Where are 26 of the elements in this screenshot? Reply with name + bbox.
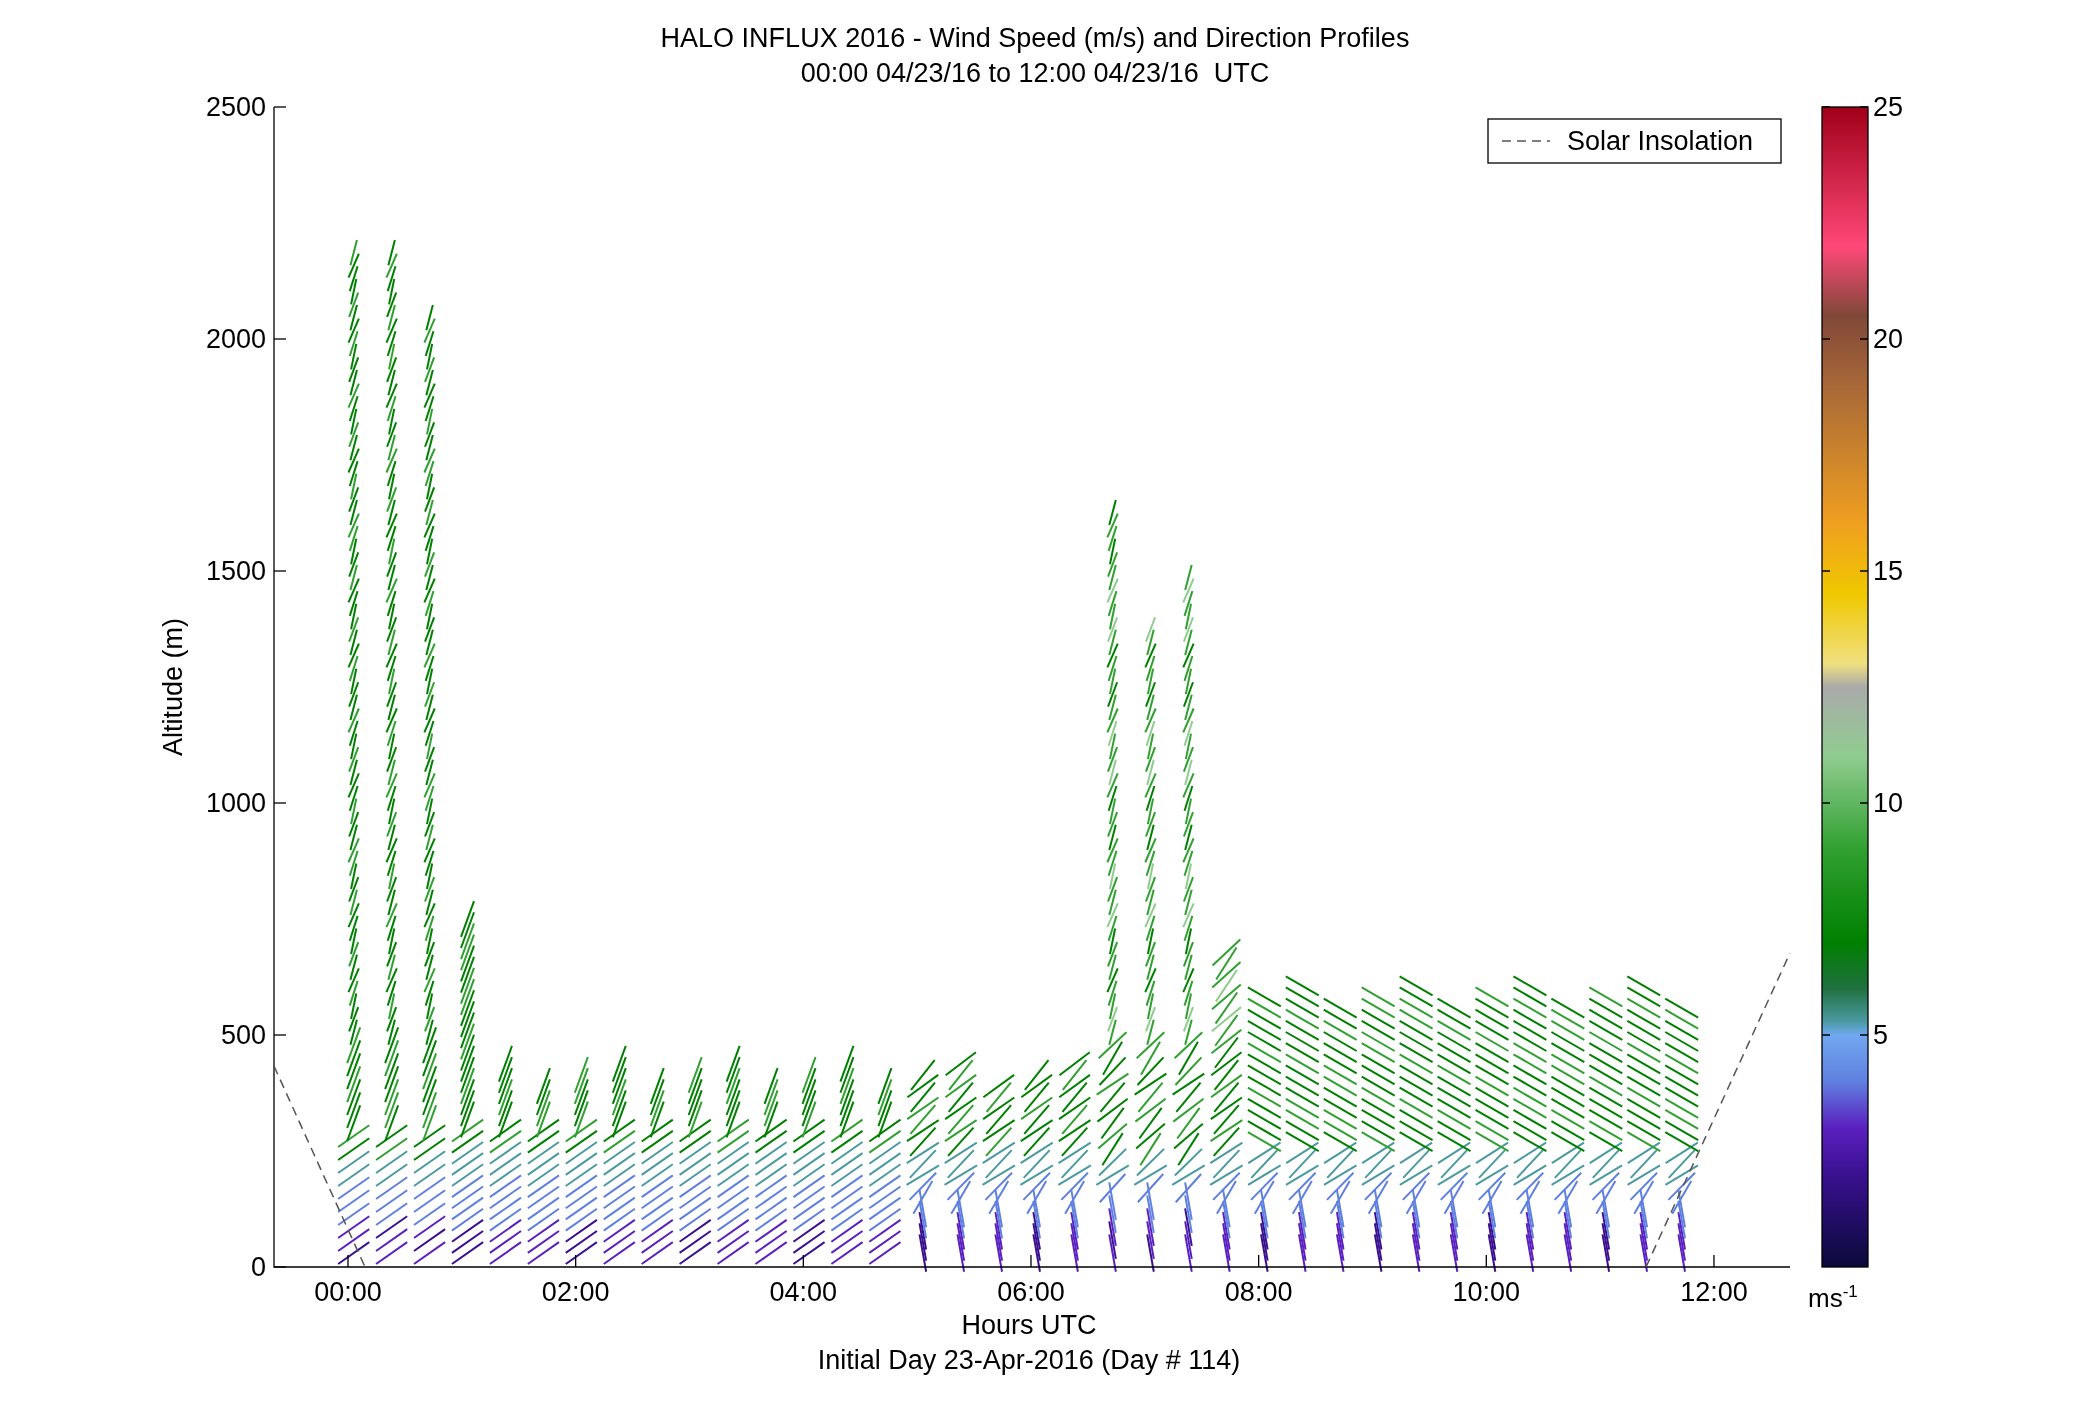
y-tick-label: 1500 <box>205 556 266 586</box>
y-tick-label: 1000 <box>205 788 266 818</box>
x-tick-label: 02:00 <box>541 1277 610 1307</box>
x-tick-label: 10:00 <box>1452 1277 1521 1307</box>
colorbar-tick-label: 20 <box>1873 324 1904 354</box>
y-axis-label: Altitude (m) <box>158 618 188 756</box>
x-tick-label: 00:00 <box>314 1277 382 1307</box>
x-tick-label: 12:00 <box>1680 1277 1748 1307</box>
legend-line-icon <box>1501 140 1551 142</box>
y-tick-label: 0 <box>250 1252 266 1282</box>
y-tick-label: 2000 <box>205 324 266 354</box>
chart-subtitle: 00:00 04/23/16 to 12:00 04/23/16 UTC <box>800 58 1270 88</box>
initial-day-label: Initial Day 23-Apr-2016 (Day # 114) <box>817 1345 1241 1375</box>
colorbar-unit-label: ms$^{-1}$ <box>1808 1283 1858 1311</box>
legend-label: Solar Insolation <box>1567 126 1754 156</box>
colorbar-tick-label: 5 <box>1873 1020 1889 1050</box>
y-tick-label: 500 <box>220 1020 266 1050</box>
colorbar-tick-label: 10 <box>1873 788 1904 818</box>
x-tick-label: 08:00 <box>1224 1277 1293 1307</box>
colorbar-tick-label: 25 <box>1873 92 1904 122</box>
chart-title: HALO INFLUX 2016 - Wind Speed (m/s) and Direction Profiles <box>660 23 1410 53</box>
x-axis-label: Hours UTC <box>961 1310 1097 1340</box>
x-tick-label: 06:00 <box>997 1277 1065 1307</box>
colorbar-tick-label: 15 <box>1873 556 1904 586</box>
y-tick-label: 2500 <box>205 92 266 122</box>
x-tick-label: 04:00 <box>769 1277 838 1307</box>
